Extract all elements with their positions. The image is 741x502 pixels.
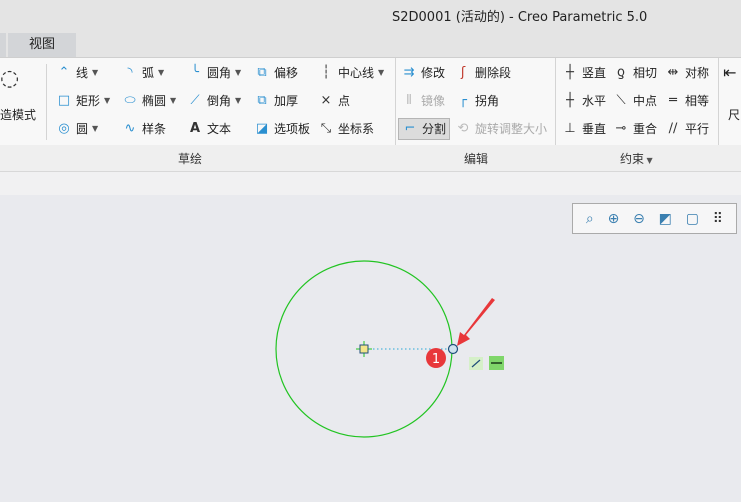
divide-point[interactable] [447, 343, 459, 355]
center-point[interactable] [359, 344, 369, 354]
step-number: 1 [432, 352, 440, 367]
arrow-annotation [457, 298, 495, 346]
sketch-canvas[interactable]: 1 [0, 0, 741, 502]
